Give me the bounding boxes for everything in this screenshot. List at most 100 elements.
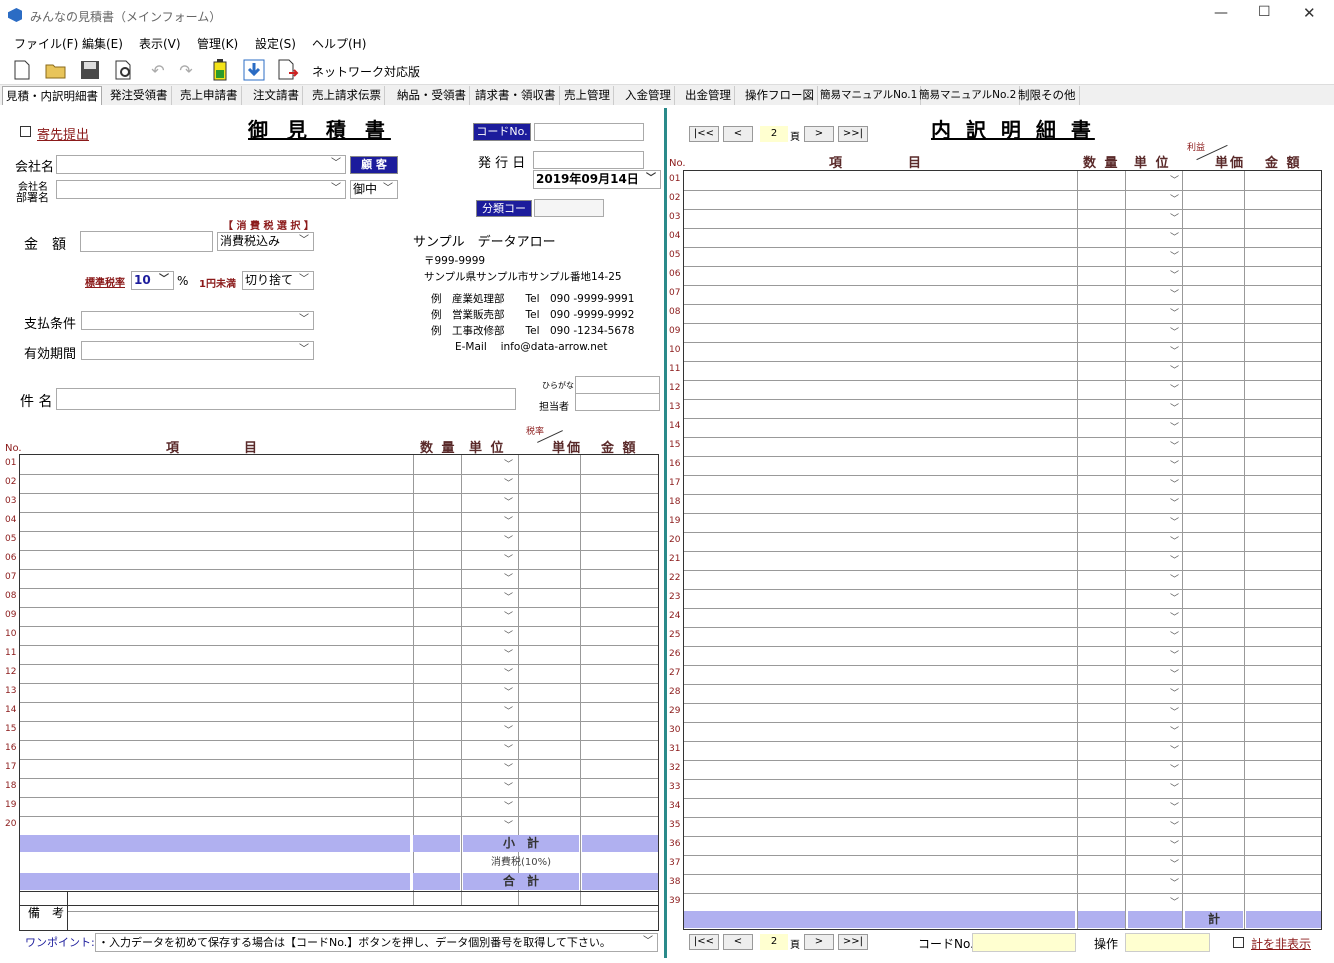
tab-billing[interactable]: 請求書・領収書: [472, 86, 560, 105]
unit-dropdown-icon[interactable]: ﹀: [1170, 610, 1179, 623]
download-icon[interactable]: [242, 58, 266, 82]
unit-dropdown-icon[interactable]: ﹀: [1170, 591, 1179, 604]
unit-dropdown-icon[interactable]: ﹀: [504, 666, 513, 679]
open-folder-icon[interactable]: [44, 58, 68, 82]
undo-icon[interactable]: ↶: [146, 58, 170, 82]
class-code-field[interactable]: [534, 199, 604, 217]
hint-select[interactable]: ・入力データを初めて保存する場合は【コードNo.】ボタンを押し、データ個別番号を…: [95, 933, 658, 952]
operation-field[interactable]: [1125, 933, 1210, 952]
unit-dropdown-icon[interactable]: ﹀: [1170, 458, 1179, 471]
unit-dropdown-icon[interactable]: ﹀: [1170, 667, 1179, 680]
unit-dropdown-icon[interactable]: ﹀: [504, 514, 513, 527]
payment-terms-select[interactable]: ﹀: [81, 311, 314, 330]
unit-dropdown-icon[interactable]: ﹀: [504, 590, 513, 603]
send-checkbox[interactable]: [20, 126, 31, 137]
unit-dropdown-icon[interactable]: ﹀: [1170, 648, 1179, 661]
unit-dropdown-icon[interactable]: ﹀: [1170, 857, 1179, 870]
tax-rate-select[interactable]: 10 ﹀: [131, 271, 174, 290]
send-link[interactable]: 寄先提出: [37, 124, 89, 143]
unit-dropdown-icon[interactable]: ﹀: [1170, 762, 1179, 775]
prev-page-button[interactable]: <: [723, 126, 753, 142]
unit-dropdown-icon[interactable]: ﹀: [504, 609, 513, 622]
menu-help[interactable]: ヘルプ(H): [312, 35, 366, 52]
staff-field[interactable]: [575, 393, 660, 411]
next-page-button[interactable]: >: [804, 126, 834, 142]
hide-total-link[interactable]: 計を非表示: [1251, 935, 1311, 952]
unit-dropdown-icon[interactable]: ﹀: [1170, 211, 1179, 224]
code-no-button[interactable]: コードNo.: [473, 123, 531, 141]
tab-manual-1[interactable]: 簡易マニュアルNo.1: [817, 86, 922, 105]
tab-other[interactable]: 制限その他: [1015, 86, 1080, 105]
unit-dropdown-icon[interactable]: ﹀: [1170, 230, 1179, 243]
menu-manage[interactable]: 管理(K): [197, 35, 238, 52]
tab-manual-2[interactable]: 簡易マニュアルNo.2: [916, 86, 1021, 105]
unit-dropdown-icon[interactable]: ﹀: [504, 685, 513, 698]
tab-order[interactable]: 発注受領書: [107, 86, 172, 105]
unit-dropdown-icon[interactable]: ﹀: [504, 533, 513, 546]
unit-dropdown-icon[interactable]: ﹀: [504, 628, 513, 641]
close-icon[interactable]: ✕: [1303, 4, 1316, 22]
rounding-select[interactable]: 切り捨て ﹀: [242, 271, 314, 290]
unit-dropdown-icon[interactable]: ﹀: [1170, 344, 1179, 357]
menu-settings[interactable]: 設定(S): [255, 35, 296, 52]
unit-dropdown-icon[interactable]: ﹀: [1170, 895, 1179, 908]
tab-sales-mgmt[interactable]: 売上管理: [561, 86, 614, 105]
unit-dropdown-icon[interactable]: ﹀: [504, 723, 513, 736]
unit-dropdown-icon[interactable]: ﹀: [504, 647, 513, 660]
class-code-button[interactable]: 分類コード: [476, 200, 532, 231]
unit-dropdown-icon[interactable]: ﹀: [504, 552, 513, 565]
issue-date-picker[interactable]: 2019年09月14日 ﹀: [533, 170, 661, 189]
unit-dropdown-icon[interactable]: ﹀: [1170, 515, 1179, 528]
first-page-button-bottom[interactable]: |<<: [689, 934, 719, 950]
unit-dropdown-icon[interactable]: ﹀: [1170, 553, 1179, 566]
tab-estimate[interactable]: 見積・内訳明細書: [2, 86, 102, 105]
unit-dropdown-icon[interactable]: ﹀: [504, 571, 513, 584]
unit-dropdown-icon[interactable]: ﹀: [1170, 743, 1179, 756]
unit-dropdown-icon[interactable]: ﹀: [1170, 705, 1179, 718]
unit-dropdown-icon[interactable]: ﹀: [1170, 838, 1179, 851]
menu-file[interactable]: ファイル(F): [14, 35, 78, 52]
issue-date-field[interactable]: [533, 151, 644, 169]
unit-dropdown-icon[interactable]: ﹀: [1170, 325, 1179, 338]
unit-dropdown-icon[interactable]: ﹀: [504, 704, 513, 717]
unit-dropdown-icon[interactable]: ﹀: [1170, 401, 1179, 414]
redo-icon[interactable]: ↷: [174, 58, 198, 82]
unit-dropdown-icon[interactable]: ﹀: [1170, 477, 1179, 490]
customer-button[interactable]: 顧 客: [350, 156, 398, 174]
validity-select[interactable]: ﹀: [81, 341, 314, 360]
unit-dropdown-icon[interactable]: ﹀: [1170, 268, 1179, 281]
minimize-icon[interactable]: —: [1214, 5, 1228, 21]
unit-dropdown-icon[interactable]: ﹀: [1170, 249, 1179, 262]
unit-dropdown-icon[interactable]: ﹀: [1170, 819, 1179, 832]
unit-dropdown-icon[interactable]: ﹀: [1170, 192, 1179, 205]
prev-page-button-bottom[interactable]: <: [723, 934, 753, 950]
menu-view[interactable]: 表示(V): [139, 35, 181, 52]
unit-dropdown-icon[interactable]: ﹀: [504, 476, 513, 489]
department-select[interactable]: ﹀: [56, 180, 346, 199]
unit-dropdown-icon[interactable]: ﹀: [1170, 781, 1179, 794]
unit-dropdown-icon[interactable]: ﹀: [504, 742, 513, 755]
unit-dropdown-icon[interactable]: ﹀: [1170, 439, 1179, 452]
tab-payment-out[interactable]: 出金管理: [682, 86, 735, 105]
unit-dropdown-icon[interactable]: ﹀: [1170, 306, 1179, 319]
unit-dropdown-icon[interactable]: ﹀: [1170, 496, 1179, 509]
tab-sales-invoice[interactable]: 売上請求伝票: [309, 86, 385, 105]
tab-delivery[interactable]: 納品・受領書: [394, 86, 470, 105]
tab-order-receipt[interactable]: 注文請書: [250, 86, 303, 105]
subject-field[interactable]: [56, 388, 516, 410]
unit-dropdown-icon[interactable]: ﹀: [504, 799, 513, 812]
new-file-icon[interactable]: [10, 58, 34, 82]
unit-dropdown-icon[interactable]: ﹀: [504, 495, 513, 508]
remarks-field[interactable]: [68, 911, 658, 912]
unit-dropdown-icon[interactable]: ﹀: [1170, 572, 1179, 585]
tab-flow[interactable]: 操作フロー図: [742, 86, 818, 105]
tab-payment-in[interactable]: 入金管理: [622, 86, 675, 105]
tab-sales-request[interactable]: 売上申請書: [177, 86, 242, 105]
print-preview-icon[interactable]: [112, 58, 136, 82]
code-no-field[interactable]: [534, 123, 644, 141]
menu-edit[interactable]: 編集(E): [82, 35, 123, 52]
last-page-button-bottom[interactable]: >>|: [838, 934, 868, 950]
company-select[interactable]: ﹀: [56, 155, 346, 174]
last-page-button[interactable]: >>|: [838, 126, 868, 142]
next-page-button-bottom[interactable]: >: [804, 934, 834, 950]
